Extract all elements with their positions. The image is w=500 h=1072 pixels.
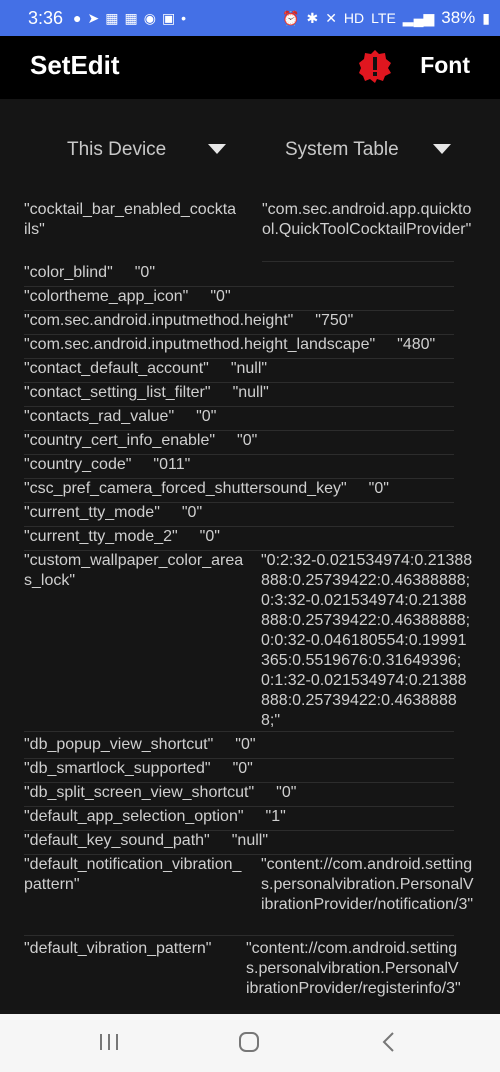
table-row[interactable]: "db_smartlock_supported" "0" [24, 759, 253, 779]
marker-icon: ◉ [143, 9, 156, 26]
table-row[interactable]: "color_blind" "0" [24, 263, 155, 283]
notification-icons: ● ➤ ▦ ▦ ◉ ▣ • [73, 10, 186, 27]
row-divider [24, 731, 454, 732]
signal-icon: ▂▄▆ [402, 9, 435, 26]
font-button[interactable]: Font [420, 52, 470, 79]
table-dropdown-icon[interactable] [433, 144, 451, 154]
status-time: 3:36 [28, 7, 64, 28]
more-dot-icon: • [181, 10, 187, 26]
parking-icon: ▣ [161, 9, 176, 26]
table-row[interactable]: "default_key_sound_path" "null" [24, 831, 268, 851]
table-row[interactable]: "colortheme_app_icon" "0" [24, 287, 231, 307]
table-row[interactable]: "current_tty_mode_2" "0" [24, 527, 220, 547]
app-title: SetEdit [30, 50, 120, 80]
row-divider [262, 261, 454, 262]
battery-percent: 38% [441, 8, 476, 27]
lte-icon: LTE [371, 10, 396, 26]
setting-value[interactable]: "content://com.android.settings.personal… [246, 939, 461, 999]
setting-value[interactable]: "content://com.android.settings.personal… [261, 855, 474, 915]
table-row[interactable]: "csc_pref_camera_forced_shuttersound_key… [24, 479, 389, 499]
home-icon[interactable] [237, 1030, 261, 1054]
hd-voice-icon: HD [343, 10, 365, 26]
table-row[interactable]: "db_split_screen_view_shortcut" "0" [24, 783, 296, 803]
table-row[interactable]: "contact_default_account" "null" [24, 359, 267, 379]
status-right: ⏰ ✱ ✕ HD LTE ▂▄▆ 38% ▮ [282, 0, 490, 36]
setting-key[interactable]: "default_vibration_pattern" [24, 939, 234, 959]
alert-icon[interactable] [358, 49, 392, 83]
table-row[interactable]: "db_popup_view_shortcut" "0" [24, 735, 256, 755]
table-row[interactable]: "country_code" "011" [24, 455, 190, 475]
table-spinner[interactable]: System Table [285, 139, 399, 161]
table-row[interactable]: "current_tty_mode" "0" [24, 503, 202, 523]
back-icon[interactable] [378, 1030, 400, 1054]
setting-value[interactable]: "0:2:32-0.021534974:0.21388888:0.2573942… [261, 551, 474, 731]
table-row[interactable]: "default_app_selection_option" "1" [24, 807, 286, 827]
setting-key[interactable]: "default_notification_vibration_pattern" [24, 855, 242, 895]
navigation-bar [0, 1014, 500, 1072]
table-row[interactable]: "contacts_rad_value" "0" [24, 407, 216, 427]
mute-icon: ✕ [325, 9, 337, 26]
list-icon: ▦ [105, 9, 119, 26]
setting-key[interactable]: "cocktail_bar_enabled_cocktails" [24, 200, 239, 240]
alarm-icon: ⏰ [282, 9, 300, 26]
list-icon-2: ▦ [124, 9, 138, 26]
talk-icon: ● [73, 10, 82, 26]
settings-list: This Device System Table "cocktail_bar_e… [0, 99, 500, 1014]
setting-value[interactable]: "com.sec.android.app.quicktool.QuickTool… [262, 200, 474, 240]
status-bar: 3:36 ● ➤ ▦ ▦ ◉ ▣ • ⏰ ✱ ✕ HD LTE ▂▄▆ 38% … [0, 0, 500, 36]
row-divider [24, 935, 454, 936]
battery-icon: ▮ [482, 9, 490, 26]
table-row[interactable]: "country_cert_info_enable" "0" [24, 431, 257, 451]
recent-apps-icon[interactable] [98, 1030, 120, 1054]
table-row[interactable]: "com.sec.android.inputmethod.height_land… [24, 335, 435, 355]
table-row[interactable]: "contact_setting_list_filter" "null" [24, 383, 269, 403]
setting-key[interactable]: "custom_wallpaper_color_areas_lock" [24, 551, 249, 591]
device-dropdown-icon[interactable] [208, 144, 226, 154]
bluetooth-icon: ✱ [306, 9, 319, 26]
telegram-icon: ➤ [87, 9, 100, 26]
table-row[interactable]: "com.sec.android.inputmethod.height" "750… [24, 311, 353, 331]
device-spinner[interactable]: This Device [67, 139, 166, 161]
